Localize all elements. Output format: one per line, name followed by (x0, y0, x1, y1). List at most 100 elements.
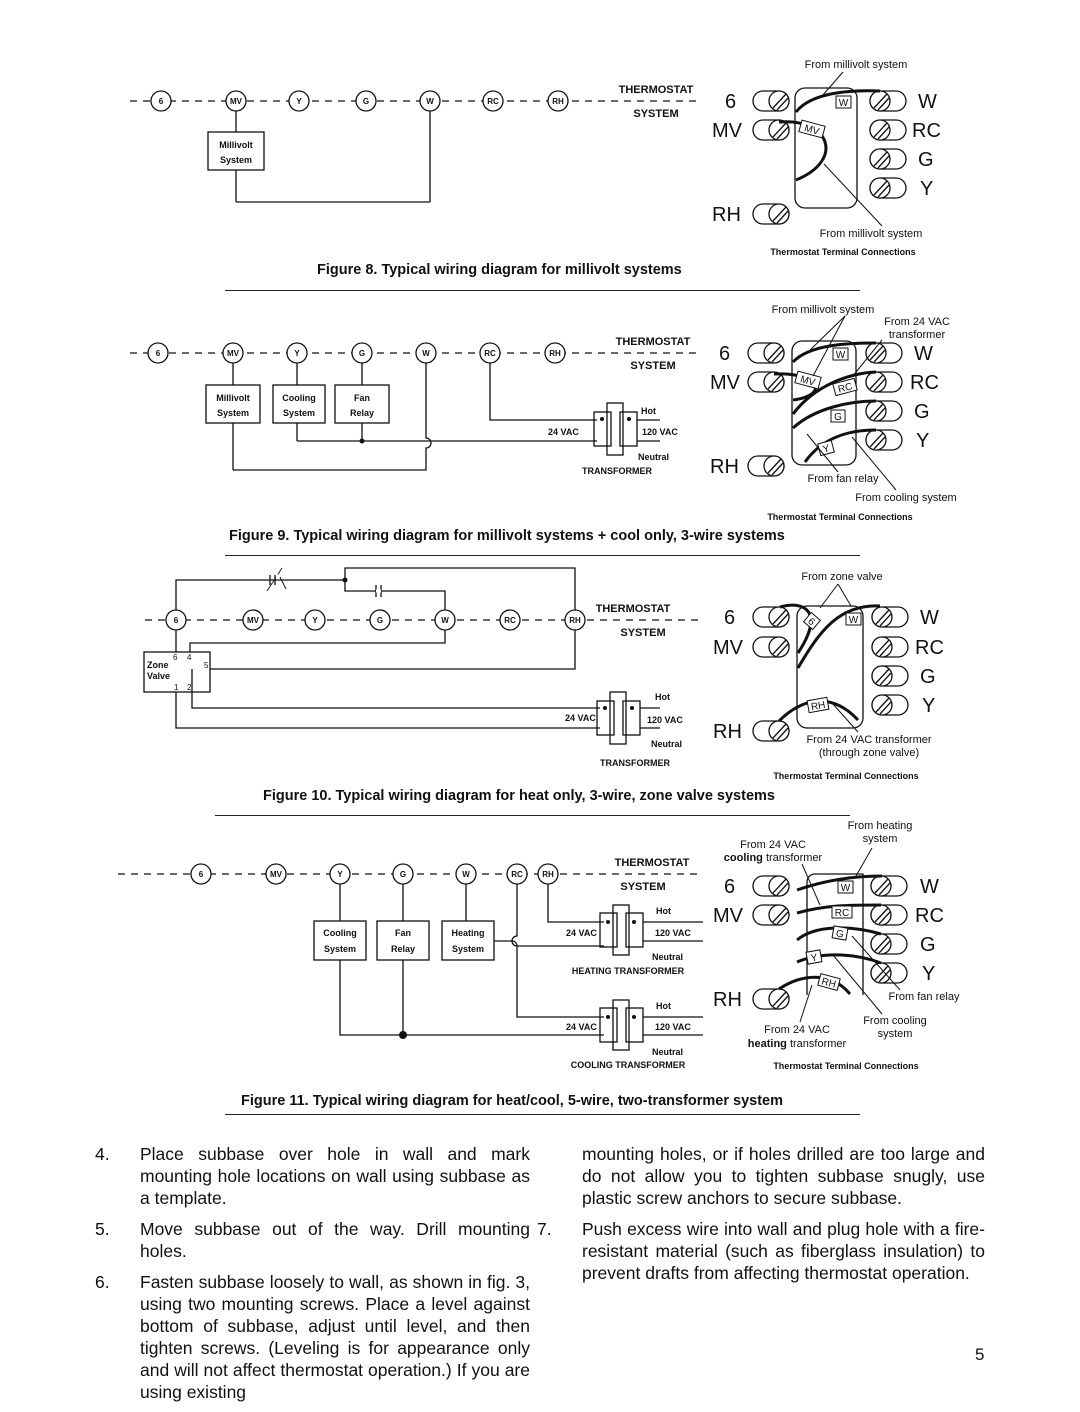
terminal-panel: 6 MV RH W RC G Y W MV From millivolt sys… (712, 59, 941, 257)
fan-relay-box: Fan Relay (391, 928, 415, 954)
svg-text:Cooling: Cooling (323, 928, 357, 938)
svg-text:G: G (834, 412, 842, 423)
page-number: 5 (975, 1345, 985, 1364)
svg-text:RC: RC (504, 616, 516, 625)
svg-text:Y: Y (296, 97, 302, 106)
right-column: mounting holes, or if holes drilled are … (537, 1143, 985, 1293)
wire-tag-y: Y (817, 439, 835, 457)
step-5: 5. Move subbase out of the way. Drill mou… (95, 1219, 530, 1261)
wire-tag-w: W (845, 612, 862, 626)
svg-text:6: 6 (724, 876, 735, 898)
callout-from-24vac: From 24 VAC transformer (806, 734, 931, 746)
svg-text:System: System (220, 155, 252, 165)
svg-text:120 VAC: 120 VAC (647, 715, 683, 725)
svg-text:Valve: Valve (147, 671, 170, 681)
svg-text:RC: RC (915, 905, 944, 927)
terminal-6: 6 (165, 609, 187, 631)
figure-9-diagram: 6 MV Y G W RC RH THERMOSTAT SYSTEM Milli… (130, 304, 957, 522)
svg-text:G: G (914, 401, 930, 423)
svg-text:Y: Y (312, 616, 318, 625)
figure-9-caption: Figure 9. Typical wiring diagram for mil… (229, 528, 785, 544)
terminal-6: 6 (190, 863, 212, 885)
callout-from-millivolt: From millivolt system (772, 304, 875, 316)
svg-text:W: W (422, 349, 430, 358)
terminal-panel-title: Thermostat Terminal Connections (773, 771, 918, 781)
terminal-w: W (434, 609, 456, 631)
svg-text:MV: MV (710, 372, 741, 394)
wire-tag-rh: RH (806, 696, 830, 714)
svg-text:Neutral: Neutral (651, 739, 682, 749)
svg-text:6: 6 (156, 349, 161, 358)
svg-text:Neutral: Neutral (638, 452, 669, 462)
svg-text:120 VAC: 120 VAC (655, 1022, 691, 1032)
figure-11-caption: Figure 11. Typical wiring diagram for he… (241, 1093, 784, 1109)
svg-text:4: 4 (187, 653, 192, 662)
svg-text:Relay: Relay (350, 408, 374, 418)
heating-system-box: Heating System (451, 928, 484, 954)
terminal-y: Y (288, 90, 310, 112)
terminal-w: W (455, 863, 477, 885)
terminal-y: Y (286, 342, 308, 364)
step-7: 7. Push excess wire into wall and plug ho… (537, 1219, 985, 1283)
callout-from-24vac: From 24 VAC (884, 316, 950, 328)
svg-text:Relay: Relay (391, 944, 415, 954)
system-label: SYSTEM (620, 881, 665, 893)
terminal-rh: RH (544, 342, 566, 364)
svg-text:24 VAC: 24 VAC (565, 713, 596, 723)
svg-text:Hot: Hot (656, 906, 671, 916)
svg-text:W: W (920, 876, 939, 898)
svg-text:Y: Y (920, 178, 933, 200)
svg-text:1: 1 (174, 683, 179, 692)
svg-text:HEATING TRANSFORMER: HEATING TRANSFORMER (572, 966, 685, 976)
zone-valve-box: Zone Valve 6 4 5 1 2 (147, 653, 209, 692)
svg-text:G: G (363, 97, 369, 106)
svg-text:G: G (377, 616, 383, 625)
step-6-continuation: mounting holes, or if holes drilled are … (582, 1144, 985, 1208)
svg-text:RH: RH (810, 700, 826, 713)
svg-text:W: W (849, 615, 859, 626)
svg-text:Hot: Hot (656, 1001, 671, 1011)
svg-text:MV: MV (270, 870, 283, 879)
terminal-mv: MV (222, 342, 244, 364)
system-label: SYSTEM (630, 360, 675, 372)
callout-from-fan-relay: From fan relay (808, 473, 879, 485)
svg-text:6: 6 (719, 343, 730, 365)
svg-text:6: 6 (199, 870, 204, 879)
svg-text:W: W (836, 350, 846, 361)
callout-from-millivolt-top: From millivolt system (805, 59, 908, 71)
wire-tag-w: W (837, 880, 854, 894)
svg-text:G: G (920, 666, 936, 688)
callout-from-24vac-cooling: From 24 VAC (740, 839, 806, 851)
wire-tag-g: G (830, 409, 846, 423)
wiring (205, 363, 660, 471)
svg-text:5: 5 (204, 661, 209, 670)
svg-text:RH: RH (713, 989, 742, 1011)
svg-text:System: System (324, 944, 356, 954)
figure-9-divider (225, 555, 860, 556)
svg-text:Millivolt: Millivolt (216, 393, 250, 403)
svg-text:6: 6 (724, 607, 735, 629)
svg-text:Fan: Fan (354, 393, 370, 403)
svg-text:Zone: Zone (147, 660, 169, 670)
terminal-rh: RH (564, 609, 586, 631)
system-label: SYSTEM (633, 108, 678, 120)
terminal-mv: MV (242, 609, 264, 631)
svg-text:System: System (217, 408, 249, 418)
terminal-w: W (415, 342, 437, 364)
terminal-rh: RH (547, 90, 569, 112)
wire-tag-g: G (831, 925, 849, 941)
callout-transformer: transformer (889, 329, 946, 341)
svg-text:Hot: Hot (655, 692, 670, 702)
svg-text:RC: RC (915, 637, 944, 659)
callout-heating-transformer: heating transformer (748, 1038, 847, 1050)
svg-text:System: System (283, 408, 315, 418)
svg-text:TRANSFORMER: TRANSFORMER (600, 758, 670, 768)
figure-11-divider (225, 1114, 860, 1115)
millivolt-system-box: Millivolt System (216, 393, 250, 418)
svg-text:MV: MV (713, 905, 744, 927)
svg-text:MV: MV (247, 616, 260, 625)
svg-text:Neutral: Neutral (652, 952, 683, 962)
svg-text:RH: RH (710, 456, 739, 478)
wire-tag-6: 6 (802, 611, 822, 631)
terminal-panel-title: Thermostat Terminal Connections (767, 512, 912, 522)
